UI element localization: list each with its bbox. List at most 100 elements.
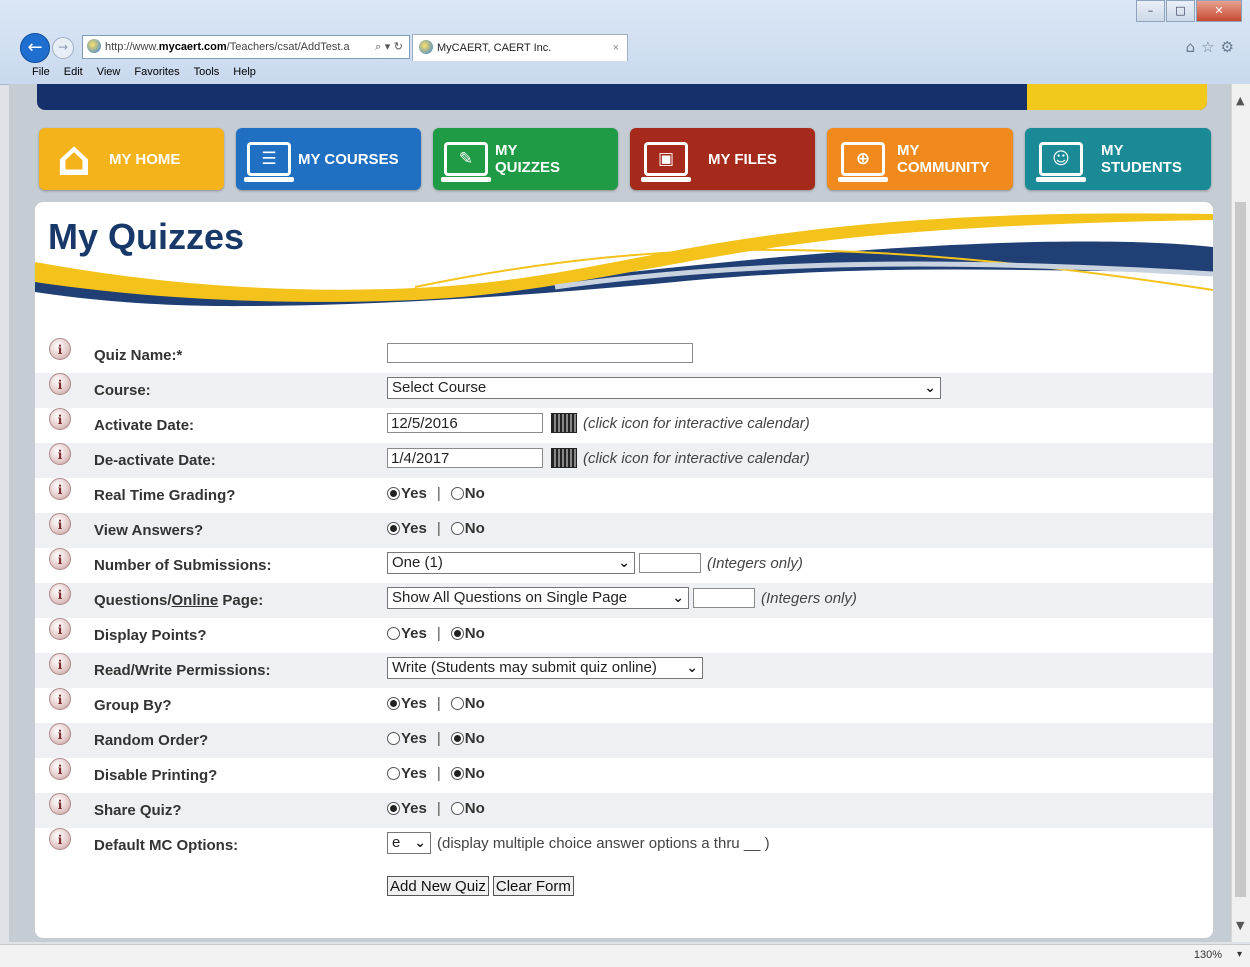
info-icon[interactable]: i: [49, 338, 71, 360]
back-button[interactable]: ←: [20, 33, 50, 63]
real-time-grading-yes[interactable]: Yes: [387, 485, 427, 502]
zoom-level[interactable]: 130%: [1194, 949, 1222, 961]
disable-printing-label: Disable Printing?: [94, 767, 218, 784]
tile-my-community[interactable]: ⊕ MY COMMUNITY: [827, 128, 1013, 190]
home-icon[interactable]: ⌂: [1186, 38, 1202, 56]
address-search-icon[interactable]: ⌕ ▾ ↻: [375, 36, 403, 58]
tile-my-files[interactable]: ▣ MY FILES: [630, 128, 815, 190]
radio-selected-icon: [450, 731, 464, 745]
disable-printing-no[interactable]: No: [450, 765, 485, 782]
calendar-icon[interactable]: [551, 448, 577, 468]
page-viewport: ⌂ MY HOME ☰ MY COURSES ✎ MY QUIZZES ▣ MY…: [9, 84, 1232, 942]
real-time-grading-label: Real Time Grading?: [94, 487, 236, 504]
submissions-count-input[interactable]: [639, 553, 701, 573]
menu-file[interactable]: File: [32, 62, 50, 82]
info-icon[interactable]: i: [49, 548, 71, 570]
view-answers-yes[interactable]: Yes: [387, 520, 427, 537]
browser-tab[interactable]: MyCAERT, CAERT Inc. ×: [412, 34, 628, 61]
radio-selected-icon: [387, 486, 400, 500]
disable-printing-yes[interactable]: Yes: [387, 765, 427, 782]
chevron-down-icon: ⌄: [414, 835, 426, 851]
activate-date-input[interactable]: [387, 413, 543, 433]
info-icon[interactable]: i: [49, 408, 71, 430]
address-bar[interactable]: http://www.mycaert.com/Teachers/csat/Add…: [82, 35, 410, 59]
questions-per-page-input[interactable]: [693, 588, 755, 608]
info-icon[interactable]: i: [49, 758, 71, 780]
menu-edit[interactable]: Edit: [64, 62, 83, 82]
menu-help[interactable]: Help: [233, 62, 256, 82]
info-icon[interactable]: i: [49, 653, 71, 675]
info-icon[interactable]: i: [49, 793, 71, 815]
random-order-no[interactable]: No: [450, 730, 485, 747]
tile-my-courses[interactable]: ☰ MY COURSES: [236, 128, 421, 190]
row-buttons: Add New Quiz Clear Form: [35, 863, 1213, 905]
forward-button[interactable]: →: [52, 37, 74, 59]
favorites-star-icon[interactable]: ☆: [1201, 38, 1220, 56]
course-select[interactable]: Select Course ⌄: [387, 377, 941, 399]
view-answers-label: View Answers?: [94, 522, 204, 539]
online-link[interactable]: Online: [172, 592, 219, 609]
display-points-label: Display Points?: [94, 627, 207, 644]
share-quiz-label: Share Quiz?: [94, 802, 182, 819]
submissions-select[interactable]: One (1) ⌄: [387, 552, 635, 574]
row-permissions: i Read/Write Permissions: Write (Student…: [35, 653, 1213, 688]
display-points-yes[interactable]: Yes: [387, 625, 427, 642]
vertical-scrollbar[interactable]: ▲ ▼: [1231, 84, 1250, 942]
calendar-icon[interactable]: [551, 413, 577, 433]
random-order-label: Random Order?: [94, 732, 209, 749]
quiz-name-input[interactable]: [387, 343, 693, 363]
zoom-dropdown-icon[interactable]: ▾: [1237, 949, 1242, 960]
clear-form-button[interactable]: Clear Form: [492, 876, 574, 896]
questions-nav-tab[interactable]: [1027, 84, 1207, 110]
menu-favorites[interactable]: Favorites: [134, 62, 179, 82]
tile-my-home[interactable]: ⌂ MY HOME: [39, 128, 224, 190]
info-icon[interactable]: i: [49, 618, 71, 640]
group-by-label: Group By?: [94, 697, 172, 714]
info-icon[interactable]: i: [49, 478, 71, 500]
community-icon: ⊕: [835, 136, 891, 182]
default-mc-select[interactable]: e ⌄: [387, 832, 431, 854]
menu-tools[interactable]: Tools: [194, 62, 220, 82]
view-answers-no[interactable]: No: [450, 520, 485, 537]
scrollbar-thumb[interactable]: [1235, 202, 1246, 897]
group-by-no[interactable]: No: [450, 695, 485, 712]
gear-icon[interactable]: ⚙: [1221, 38, 1240, 56]
menu-view[interactable]: View: [97, 62, 121, 82]
radio-unselected-icon: [450, 486, 464, 500]
radio-selected-icon: [450, 626, 464, 640]
add-quiz-form: i Quiz Name:* i Course: Select Course ⌄ i…: [35, 338, 1213, 905]
real-time-grading-no[interactable]: No: [450, 485, 485, 502]
maximize-button[interactable]: □: [1166, 0, 1195, 22]
add-new-quiz-button[interactable]: Add New Quiz: [387, 876, 489, 896]
row-questions-per-page: i Questions/Online Page: Show All Questi…: [35, 583, 1213, 618]
tile-my-quizzes[interactable]: ✎ MY QUIZZES: [433, 128, 618, 190]
permissions-select[interactable]: Write (Students may submit quiz online) ⌄: [387, 657, 703, 679]
close-window-button[interactable]: ✕: [1196, 0, 1242, 22]
display-points-no[interactable]: No: [450, 625, 485, 642]
info-icon[interactable]: i: [49, 373, 71, 395]
info-icon[interactable]: i: [49, 513, 71, 535]
tile-my-students[interactable]: ☺ MY STUDENTS: [1025, 128, 1211, 190]
toolbar-icons: ⌂☆⚙: [1186, 38, 1240, 56]
group-by-yes[interactable]: Yes: [387, 695, 427, 712]
row-real-time-grading: i Real Time Grading? Yes | No: [35, 478, 1213, 513]
close-tab-icon[interactable]: ×: [613, 35, 619, 61]
info-icon[interactable]: i: [49, 723, 71, 745]
info-icon[interactable]: i: [49, 688, 71, 710]
share-quiz-yes[interactable]: Yes: [387, 800, 427, 817]
scroll-up-icon[interactable]: ▲: [1236, 94, 1244, 107]
row-number-of-submissions: i Number of Submissions: One (1) ⌄ (Integ…: [35, 548, 1213, 583]
menu-bar: File Edit View Favorites Tools Help: [0, 62, 1250, 82]
random-order-yes[interactable]: Yes: [387, 730, 427, 747]
info-icon[interactable]: i: [49, 443, 71, 465]
scroll-down-icon[interactable]: ▼: [1236, 919, 1244, 932]
files-icon: ▣: [638, 136, 694, 182]
share-quiz-no[interactable]: No: [450, 800, 485, 817]
info-icon[interactable]: i: [49, 583, 71, 605]
minimize-button[interactable]: –: [1136, 0, 1165, 22]
questions-per-page-select[interactable]: Show All Questions on Single Page ⌄: [387, 587, 689, 609]
info-icon[interactable]: i: [49, 828, 71, 850]
deactivate-date-input[interactable]: [387, 448, 543, 468]
status-bar: 130% ▾: [0, 944, 1250, 967]
radio-unselected-icon: [450, 801, 464, 815]
